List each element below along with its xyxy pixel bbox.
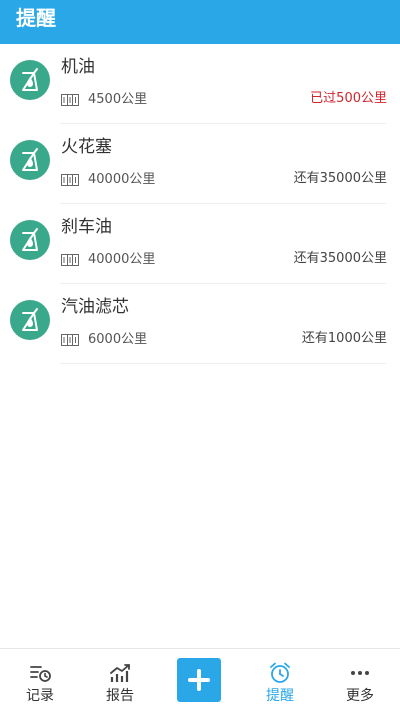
reminder-mileage: 4500公里 [88, 92, 148, 107]
reminder-status: 还有35000公里 [293, 251, 387, 266]
reminder-mileage: 6000公里 [88, 332, 148, 347]
report-chart-icon [110, 664, 130, 682]
tab-label: 更多 [346, 688, 374, 704]
page-title: 提醒 [16, 6, 56, 30]
odometer-icon [61, 334, 79, 346]
reminder-name: 火花塞 [61, 137, 112, 157]
oil-drop-icon [10, 220, 50, 260]
reminder-mileage: 40000公里 [88, 172, 156, 187]
alarm-clock-icon [270, 662, 290, 683]
add-button[interactable] [177, 658, 221, 702]
oil-drop-icon [10, 300, 50, 340]
tab-reminder[interactable]: 提醒 [240, 649, 320, 711]
tab-more[interactable]: 更多 [320, 649, 400, 711]
odometer-icon [61, 94, 79, 106]
reminder-status: 还有1000公里 [301, 331, 387, 346]
reminder-name: 机油 [61, 57, 95, 77]
tab-report[interactable]: 报告 [80, 649, 160, 711]
reminder-list: 机油 4500公里 已过500公里 火花塞 40000公里 还有35000公里 … [0, 44, 400, 364]
reminder-name: 刹车油 [61, 217, 112, 237]
record-icon [30, 666, 51, 682]
odometer-icon [61, 254, 79, 266]
odometer-icon [61, 174, 79, 186]
oil-drop-icon [10, 140, 50, 180]
tab-label: 报告 [106, 688, 134, 704]
reminder-name: 汽油滤芯 [61, 297, 129, 317]
header-bar: 提醒 [0, 0, 400, 44]
plus-icon [188, 669, 210, 691]
tab-label: 提醒 [266, 688, 294, 704]
tab-record[interactable]: 记录 [0, 649, 80, 711]
reminder-mileage: 40000公里 [88, 252, 156, 267]
reminder-item-spark-plug[interactable]: 火花塞 40000公里 还有35000公里 [0, 124, 400, 204]
reminder-status: 还有35000公里 [293, 171, 387, 186]
reminder-item-engine-oil[interactable]: 机油 4500公里 已过500公里 [0, 44, 400, 124]
oil-drop-icon [10, 60, 50, 100]
reminder-item-brake-fluid[interactable]: 刹车油 40000公里 还有35000公里 [0, 204, 400, 284]
bottom-tab-bar: 记录 报告 提醒 更多 [0, 648, 400, 711]
tab-label: 记录 [26, 688, 54, 704]
reminder-item-fuel-filter[interactable]: 汽油滤芯 6000公里 还有1000公里 [0, 284, 400, 364]
reminder-status: 已过500公里 [310, 91, 387, 106]
app-screen: 提醒 机油 4500公里 已过500公里 火花塞 40000公里 还有35000… [0, 0, 400, 711]
more-dots-icon [351, 671, 369, 675]
divider [60, 363, 386, 364]
